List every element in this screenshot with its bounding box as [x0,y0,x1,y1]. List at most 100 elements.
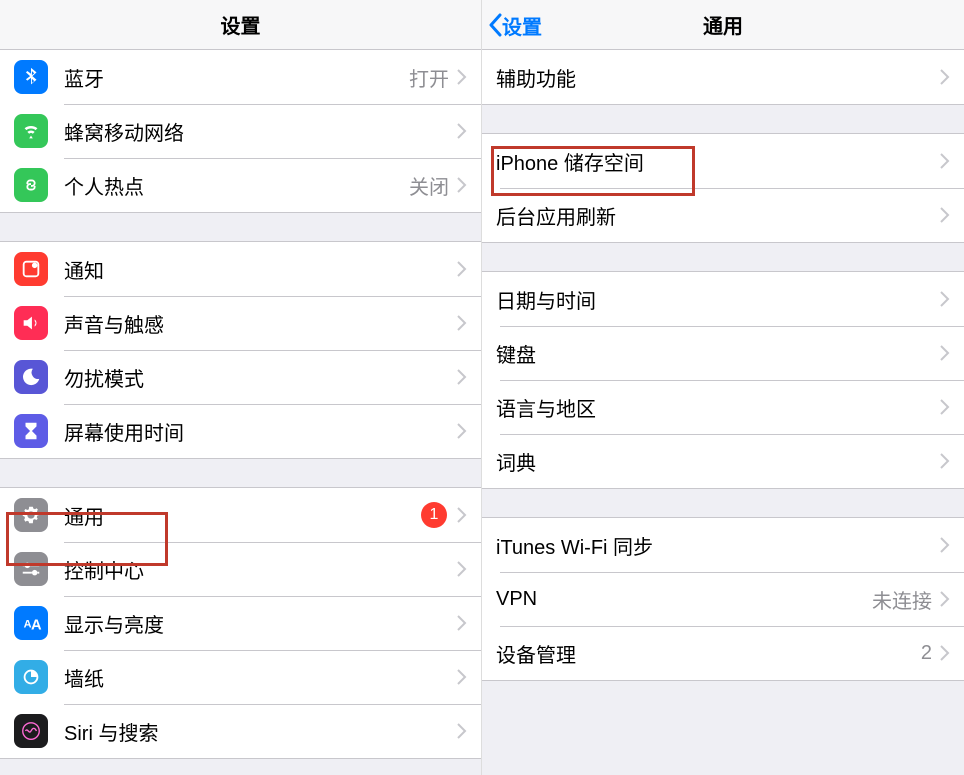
bluetooth-value: 打开 [409,63,449,92]
chevron-right-icon [940,345,950,361]
dictionary-label: 词典 [496,447,940,476]
row-accessibility[interactable]: 辅助功能 [482,50,964,104]
chevron-right-icon [457,723,467,739]
row-dictionary[interactable]: 词典 [482,434,964,488]
hotspot-icon [14,168,48,202]
row-hotspot[interactable]: 个人热点 关闭 [0,158,481,212]
chevron-right-icon [940,207,950,223]
row-general[interactable]: 通用 1 [0,488,481,542]
siri-label: Siri 与搜索 [64,717,457,746]
keyboard-label: 键盘 [496,339,940,368]
chevron-right-icon [940,153,950,169]
chevron-right-icon [457,669,467,685]
itunes-label: iTunes Wi-Fi 同步 [496,531,940,560]
back-button[interactable]: 设置 [488,0,542,50]
chevron-right-icon [457,615,467,631]
group-system: 通用 1 控制中心 显示与亮度 墙纸 Siri 与搜索 [0,487,481,759]
bluetooth-label: 蓝牙 [64,63,409,92]
chevron-right-icon [457,123,467,139]
row-storage[interactable]: iPhone 储存空间 [482,134,964,188]
general-header: 设置 通用 [482,0,964,50]
settings-header: 设置 [0,0,481,50]
sliders-icon [14,552,48,586]
profiles-label: 设备管理 [496,639,921,668]
vpn-value: 未连接 [872,585,932,614]
chevron-right-icon [457,369,467,385]
row-cellular[interactable]: 蜂窝移动网络 [0,104,481,158]
back-chevron-icon [488,13,502,37]
general-label: 通用 [64,501,421,530]
wallpaper-icon [14,660,48,694]
dnd-label: 勿扰模式 [64,363,457,392]
row-profiles[interactable]: 设备管理 2 [482,626,964,680]
chevron-right-icon [940,291,950,307]
row-bluetooth[interactable]: 蓝牙 打开 [0,50,481,104]
chevron-right-icon [457,177,467,193]
sounds-icon [14,306,48,340]
profiles-value: 2 [921,642,932,665]
siri-icon [14,714,48,748]
row-siri[interactable]: Siri 与搜索 [0,704,481,758]
display-icon [14,606,48,640]
moon-icon [14,360,48,394]
chevron-right-icon [940,537,950,553]
general-title: 通用 [703,10,743,39]
row-datetime[interactable]: 日期与时间 [482,272,964,326]
hourglass-icon [14,414,48,448]
cellular-icon [14,114,48,148]
group-g3: iTunes Wi-Fi 同步 VPN 未连接 设备管理 2 [482,517,964,681]
row-itunes[interactable]: iTunes Wi-Fi 同步 [482,518,964,572]
row-notifications[interactable]: 通知 [0,242,481,296]
chevron-right-icon [940,591,950,607]
chevron-right-icon [457,561,467,577]
back-label: 设置 [502,11,542,40]
row-language[interactable]: 语言与地区 [482,380,964,434]
sounds-label: 声音与触感 [64,309,457,338]
accessibility-label: 辅助功能 [496,63,940,92]
chevron-right-icon [457,507,467,523]
row-controlcenter[interactable]: 控制中心 [0,542,481,596]
background-label: 后台应用刷新 [496,201,940,230]
row-display[interactable]: 显示与亮度 [0,596,481,650]
group-g1: iPhone 储存空间 后台应用刷新 [482,133,964,243]
hotspot-label: 个人热点 [64,171,409,200]
row-sounds[interactable]: 声音与触感 [0,296,481,350]
cellular-label: 蜂窝移动网络 [64,117,457,146]
controlcenter-label: 控制中心 [64,555,457,584]
row-screentime[interactable]: 屏幕使用时间 [0,404,481,458]
chevron-right-icon [940,645,950,661]
row-vpn[interactable]: VPN 未连接 [482,572,964,626]
datetime-label: 日期与时间 [496,285,940,314]
language-label: 语言与地区 [496,393,940,422]
chevron-right-icon [457,315,467,331]
wallpaper-label: 墙纸 [64,663,457,692]
storage-label: iPhone 储存空间 [496,147,940,176]
chevron-right-icon [457,423,467,439]
gear-icon [14,498,48,532]
notifications-icon [14,252,48,286]
row-keyboard[interactable]: 键盘 [482,326,964,380]
chevron-right-icon [940,69,950,85]
chevron-right-icon [940,399,950,415]
notifications-label: 通知 [64,255,457,284]
row-dnd[interactable]: 勿扰模式 [0,350,481,404]
settings-body: 蓝牙 打开 蜂窝移动网络 个人热点 关闭 通知 [0,50,481,775]
chevron-right-icon [457,261,467,277]
group-g2: 日期与时间 键盘 语言与地区 词典 [482,271,964,489]
general-badge: 1 [421,502,447,528]
screentime-label: 屏幕使用时间 [64,417,457,446]
group-g0: 辅助功能 [482,50,964,105]
hotspot-value: 关闭 [409,171,449,200]
chevron-right-icon [457,69,467,85]
row-background[interactable]: 后台应用刷新 [482,188,964,242]
group-connectivity: 蓝牙 打开 蜂窝移动网络 个人热点 关闭 [0,50,481,213]
vpn-label: VPN [496,588,872,611]
chevron-right-icon [940,453,950,469]
general-body: 辅助功能 iPhone 储存空间 后台应用刷新 日期与时间 键盘 [482,50,964,775]
bluetooth-icon [14,60,48,94]
settings-panel: 设置 蓝牙 打开 蜂窝移动网络 个人热点 关闭 [0,0,482,775]
settings-title: 设置 [221,10,261,39]
row-wallpaper[interactable]: 墙纸 [0,650,481,704]
display-label: 显示与亮度 [64,609,457,638]
group-notifications: 通知 声音与触感 勿扰模式 屏幕使用时间 [0,241,481,459]
